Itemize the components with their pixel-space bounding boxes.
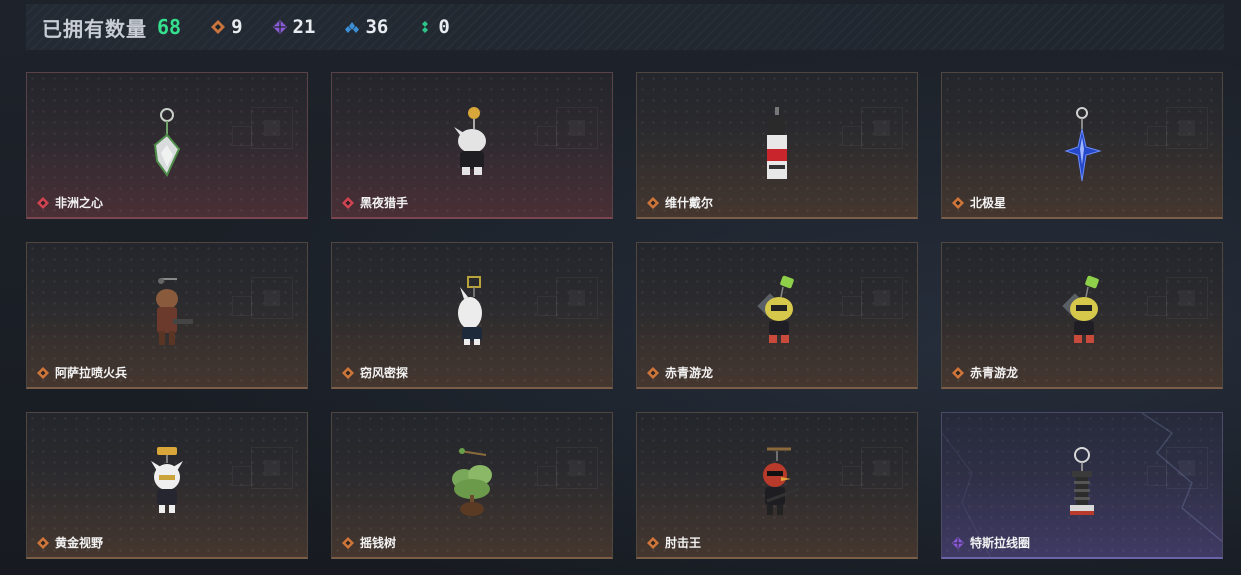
card-label: 赤青游龙: [647, 364, 713, 381]
orange-diamond-icon: [952, 366, 964, 379]
dragon-chick-charm-icon: [1062, 275, 1099, 343]
card-decoration: [537, 447, 598, 489]
card-decoration: [842, 277, 903, 319]
heart-of-africa-pendant-icon: [153, 108, 181, 177]
orange-diamond-icon: [647, 536, 659, 549]
card-decoration: [537, 107, 598, 149]
purple-diamond-icon: [952, 536, 964, 549]
orange-diamond-icon: [211, 20, 226, 34]
red-diamond-icon: [37, 196, 49, 209]
charm-name: 黑夜猎手: [360, 196, 409, 210]
charm-name: 赤青游龙: [970, 366, 1019, 380]
ownership-summary-bar: 已拥有数量 68 9 21 36 0: [26, 4, 1224, 50]
stat-orange: 9: [211, 16, 243, 38]
card-label: 特斯拉线圈: [952, 534, 1030, 551]
card-label: 窃风密探: [342, 364, 408, 381]
charm-card-night-hunter[interactable]: 黑夜猎手: [331, 72, 613, 219]
orange-diamond-icon: [37, 536, 49, 549]
charm-card-money-tree[interactable]: 摇钱树: [331, 412, 613, 559]
card-decoration: [537, 277, 598, 319]
card-label: 肘击王: [647, 534, 701, 551]
orange-diamond-icon: [342, 366, 354, 379]
owned-count-label: 已拥有数量: [42, 18, 147, 41]
charm-name: 非洲之心: [55, 196, 104, 210]
owned-total-count: 68: [157, 15, 182, 39]
charm-card-heart-of-africa[interactable]: 非洲之心: [26, 72, 308, 219]
charm-name: 赤青游龙: [665, 366, 714, 380]
card-decoration: [1147, 277, 1208, 319]
charm-card-wisadel[interactable]: 维什戴尔: [636, 72, 918, 219]
charm-name: 窃风密探: [360, 366, 409, 380]
charm-card-flamethrower[interactable]: 阿萨拉喷火兵: [26, 242, 308, 389]
card-decoration: [1147, 107, 1208, 149]
card-decoration: [842, 447, 903, 489]
stat-green-count: 0: [438, 16, 450, 38]
elbow-king-charm-icon: [763, 447, 800, 515]
stat-orange-count: 9: [231, 16, 243, 38]
night-hunter-charm-icon: [454, 107, 486, 175]
card-label: 北极星: [952, 194, 1006, 211]
tesla-coil-charm-icon: [1070, 447, 1094, 515]
orange-diamond-icon: [37, 366, 49, 379]
wind-spy-charm-icon: [458, 276, 482, 345]
orange-diamond-icon: [647, 366, 659, 379]
orange-diamond-icon: [952, 196, 964, 209]
charm-card-polaris[interactable]: 北极星: [941, 72, 1223, 219]
stat-purple-count: 21: [292, 16, 316, 38]
golden-vision-charm-icon: [151, 447, 183, 513]
charm-name: 北极星: [970, 196, 1007, 210]
collection-page: 已拥有数量 68 9 21 36 0 非洲之心 黑夜猎手 维什戴尔 北极星 阿萨…: [0, 0, 1241, 575]
card-label: 黄金视野: [37, 534, 103, 551]
purple-diamond-icon: [272, 20, 287, 34]
charm-card-dragon-2[interactable]: 赤青游龙: [941, 242, 1223, 389]
charm-card-elbow-king[interactable]: 肘击王: [636, 412, 918, 559]
card-label: 非洲之心: [37, 194, 103, 211]
stat-blue: 36: [345, 16, 388, 38]
charm-name: 摇钱树: [360, 536, 397, 550]
charm-card-wind-spy[interactable]: 窃风密探: [331, 242, 613, 389]
charm-card-dragon-1[interactable]: 赤青游龙: [636, 242, 918, 389]
card-decoration: [842, 107, 903, 149]
wisadel-tag-icon: [767, 107, 787, 179]
card-label: 黑夜猎手: [342, 194, 408, 211]
orange-diamond-icon: [342, 536, 354, 549]
charm-name: 阿萨拉喷火兵: [55, 366, 128, 380]
charm-name: 肘击王: [665, 536, 702, 550]
charm-card-golden-vision[interactable]: 黄金视野: [26, 412, 308, 559]
blue-diamond-icon: [345, 22, 360, 33]
money-tree-charm-icon: [452, 448, 492, 516]
stat-green: 0: [418, 16, 450, 38]
card-decoration: [232, 107, 293, 149]
charm-name: 维什戴尔: [665, 196, 714, 210]
card-label: 阿萨拉喷火兵: [37, 364, 127, 381]
card-label: 维什戴尔: [647, 194, 713, 211]
charm-name: 特斯拉线圈: [970, 536, 1031, 550]
charm-card-tesla-coil[interactable]: 特斯拉线圈: [941, 412, 1223, 559]
stat-blue-count: 36: [365, 16, 389, 38]
card-label: 赤青游龙: [952, 364, 1018, 381]
card-label: 摇钱树: [342, 534, 396, 551]
red-diamond-icon: [342, 196, 354, 209]
card-decoration: [232, 277, 293, 319]
charm-name: 黄金视野: [55, 536, 104, 550]
card-decoration: [232, 447, 293, 489]
dragon-chick-charm-icon: [757, 275, 794, 343]
green-diamond-icon: [422, 21, 429, 33]
polaris-star-charm-icon: [1064, 107, 1102, 182]
orange-diamond-icon: [647, 196, 659, 209]
flamethrower-soldier-charm-icon: [156, 278, 193, 345]
card-decoration: [1147, 447, 1208, 489]
stat-purple: 21: [272, 16, 316, 38]
